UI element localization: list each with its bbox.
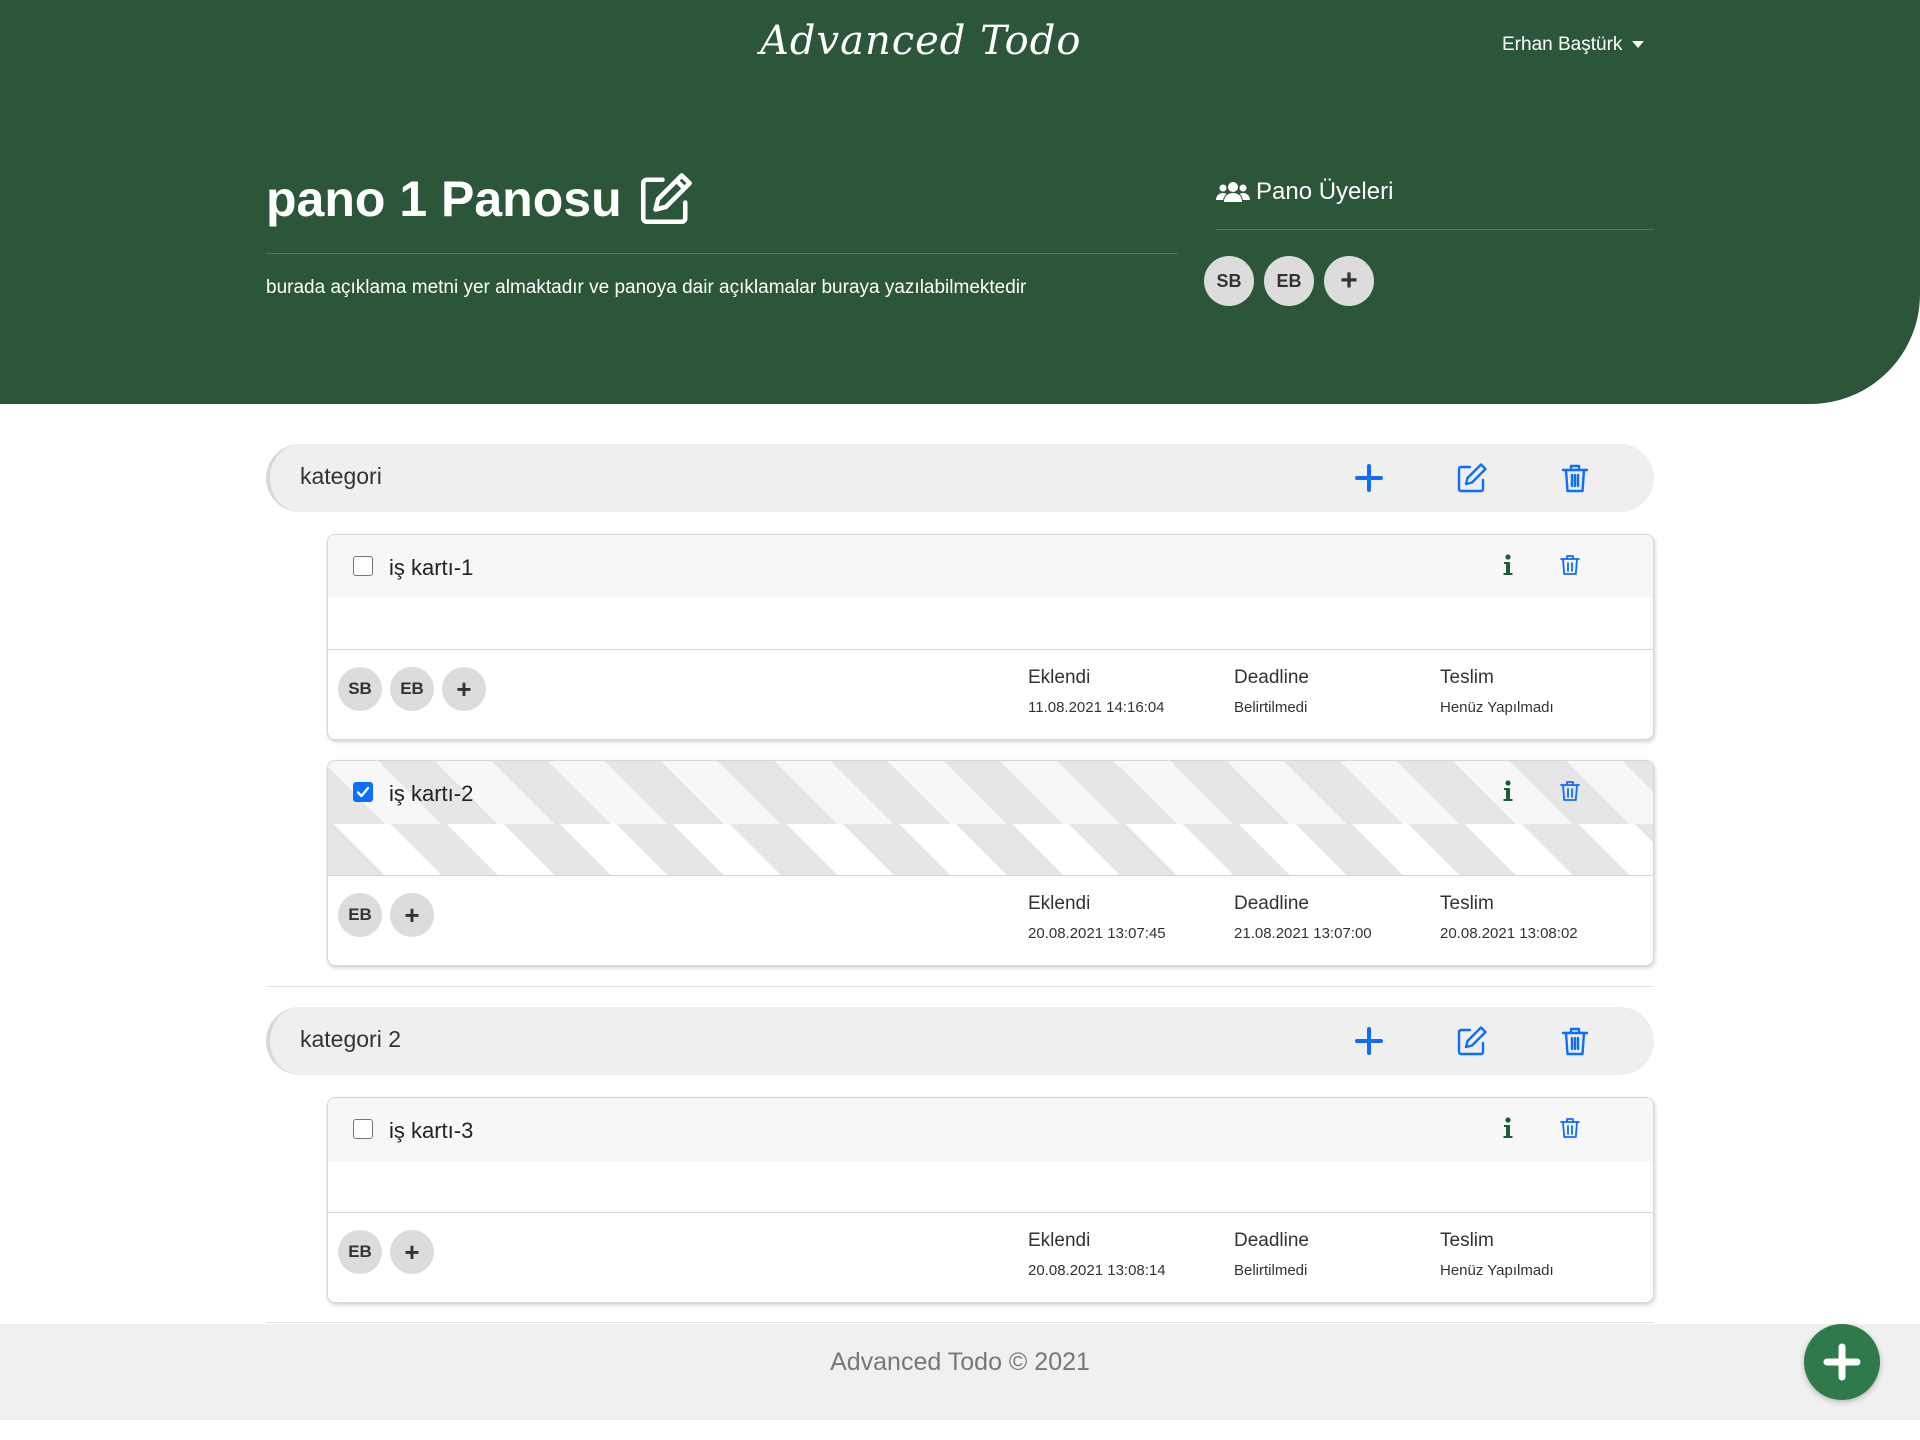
- avatar[interactable]: EB: [338, 893, 382, 937]
- delivery-label: Teslim: [1440, 667, 1494, 688]
- board-members: SB EB +: [1204, 256, 1374, 306]
- card-divider: [328, 875, 1653, 876]
- edit-category-icon[interactable]: [1456, 1025, 1488, 1057]
- category-header: kategori 2: [266, 1007, 1654, 1075]
- checkmark-icon: [356, 786, 370, 798]
- plus-icon: [1823, 1343, 1861, 1381]
- delivery-info: Teslim 20.08.2021 13:08:02: [1440, 893, 1578, 942]
- card-header: [328, 535, 1653, 598]
- deadline-value: Belirtilmedi: [1234, 1262, 1308, 1279]
- card-body: [328, 824, 1653, 875]
- deadline-label: Deadline: [1234, 1230, 1309, 1251]
- add-card-member-button[interactable]: +: [390, 1230, 434, 1274]
- category-header: kategori: [266, 444, 1654, 512]
- added-info: Eklendi 11.08.2021 14:16:04: [1028, 667, 1165, 716]
- category-name: kategori: [300, 463, 382, 489]
- delivery-value: Henüz Yapılmadı: [1440, 699, 1554, 716]
- task-checkbox-checked[interactable]: [353, 782, 373, 802]
- add-member-button[interactable]: +: [1324, 256, 1374, 306]
- card-header: [328, 761, 1653, 824]
- task-card[interactable]: iş kartı-1 SB EB + Eklendi 11.08.2021 14…: [327, 534, 1654, 740]
- info-icon[interactable]: [1498, 779, 1518, 803]
- added-info: Eklendi 20.08.2021 13:08:14: [1028, 1230, 1166, 1279]
- added-info: Eklendi 20.08.2021 13:07:45: [1028, 893, 1166, 942]
- members-divider: [1216, 229, 1654, 230]
- card-title: iş kartı-3: [389, 1118, 474, 1143]
- card-header: [328, 1098, 1653, 1161]
- delete-card-trash-icon[interactable]: [1558, 553, 1582, 577]
- added-value: 20.08.2021 13:08:14: [1028, 1262, 1166, 1279]
- category-name: kategori 2: [300, 1026, 402, 1052]
- add-card-plus-icon[interactable]: [1353, 1025, 1385, 1057]
- footer: Advanced Todo © 2021: [0, 1324, 1920, 1420]
- caret-down-icon: [1632, 41, 1645, 49]
- card-divider: [328, 1212, 1653, 1213]
- avatar[interactable]: SB: [1204, 256, 1254, 306]
- edit-category-icon[interactable]: [1456, 462, 1488, 494]
- added-label: Eklendi: [1028, 1230, 1091, 1251]
- category-divider: [266, 986, 1654, 987]
- avatar[interactable]: EB: [390, 667, 434, 711]
- user-dropdown[interactable]: Erhan Baştürk: [1502, 34, 1645, 56]
- card-body: [328, 1161, 1653, 1212]
- delete-card-trash-icon[interactable]: [1558, 779, 1582, 803]
- category-divider: [266, 1322, 1654, 1323]
- info-icon[interactable]: [1498, 553, 1518, 577]
- deadline-info: Deadline Belirtilmedi: [1234, 667, 1309, 716]
- card-members: EB +: [338, 1230, 434, 1274]
- task-card[interactable]: iş kartı-3 EB + Eklendi 20.08.2021 13:08…: [327, 1097, 1654, 1303]
- info-icon[interactable]: [1498, 1116, 1518, 1140]
- card-members: EB +: [338, 893, 434, 937]
- added-label: Eklendi: [1028, 893, 1091, 914]
- deadline-info: Deadline 21.08.2021 13:07:00: [1234, 893, 1372, 942]
- delivery-info: Teslim Henüz Yapılmadı: [1440, 1230, 1554, 1279]
- task-checkbox[interactable]: [353, 1119, 373, 1139]
- add-card-member-button[interactable]: +: [442, 667, 486, 711]
- deadline-label: Deadline: [1234, 893, 1309, 914]
- added-value: 11.08.2021 14:16:04: [1028, 699, 1165, 716]
- delivery-value: 20.08.2021 13:08:02: [1440, 925, 1578, 942]
- footer-copyright: Advanced Todo © 2021: [830, 1348, 1090, 1376]
- users-icon: [1216, 182, 1250, 202]
- board-description: burada açıklama metni yer almaktadır ve …: [266, 277, 1027, 298]
- delivery-value: Henüz Yapılmadı: [1440, 1262, 1554, 1279]
- user-name: Erhan Baştürk: [1502, 34, 1623, 55]
- title-divider: [266, 253, 1178, 254]
- card-title: iş kartı-2: [389, 781, 474, 806]
- page-title: pano 1 Panosu: [266, 170, 696, 228]
- members-heading: Pano Üyeleri: [1216, 178, 1393, 206]
- board-header: Advanced Todo Erhan Baştürk pano 1 Panos…: [0, 0, 1920, 404]
- deadline-info: Deadline Belirtilmedi: [1234, 1230, 1309, 1279]
- avatar[interactable]: EB: [338, 1230, 382, 1274]
- add-category-fab[interactable]: [1804, 1324, 1880, 1400]
- task-card-completed[interactable]: iş kartı-2 EB + Eklendi 20.08.2021 13:07…: [327, 760, 1654, 966]
- card-body: [328, 598, 1653, 649]
- delivery-label: Teslim: [1440, 893, 1494, 914]
- deadline-value: 21.08.2021 13:07:00: [1234, 925, 1372, 942]
- add-card-plus-icon[interactable]: [1353, 462, 1385, 494]
- added-value: 20.08.2021 13:07:45: [1028, 925, 1166, 942]
- brand-logo[interactable]: Advanced Todo: [760, 18, 1081, 64]
- delivery-info: Teslim Henüz Yapılmadı: [1440, 667, 1554, 716]
- card-members: SB EB +: [338, 667, 486, 711]
- avatar[interactable]: SB: [338, 667, 382, 711]
- delete-category-trash-icon[interactable]: [1559, 1025, 1591, 1057]
- card-divider: [328, 649, 1653, 650]
- deadline-value: Belirtilmedi: [1234, 699, 1308, 716]
- delete-card-trash-icon[interactable]: [1558, 1116, 1582, 1140]
- deadline-label: Deadline: [1234, 667, 1309, 688]
- card-title: iş kartı-1: [389, 555, 474, 580]
- delivery-label: Teslim: [1440, 1230, 1494, 1251]
- add-card-member-button[interactable]: +: [390, 893, 434, 937]
- delete-category-trash-icon[interactable]: [1559, 462, 1591, 494]
- task-checkbox[interactable]: [353, 556, 373, 576]
- added-label: Eklendi: [1028, 667, 1091, 688]
- members-title: Pano Üyeleri: [1256, 178, 1394, 205]
- edit-board-icon[interactable]: [636, 171, 696, 227]
- board-title-text: pano 1 Panosu: [266, 171, 622, 227]
- avatar[interactable]: EB: [1264, 256, 1314, 306]
